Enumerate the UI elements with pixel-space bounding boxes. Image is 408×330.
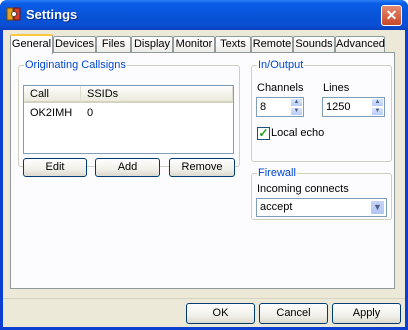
remove-button[interactable]: Remove bbox=[169, 158, 235, 177]
in-output-title: In/Output bbox=[258, 59, 304, 71]
tab-devices[interactable]: Devices bbox=[53, 36, 96, 53]
ok-button[interactable]: OK bbox=[186, 303, 255, 324]
footer-separator bbox=[3, 298, 405, 299]
apply-button[interactable]: Apply bbox=[332, 303, 401, 324]
settings-window: Settings ✕ General Devices Files Display… bbox=[0, 0, 408, 330]
tab-display[interactable]: Display bbox=[131, 36, 173, 53]
tab-remote[interactable]: Remote bbox=[251, 36, 293, 53]
lines-label: Lines bbox=[323, 82, 350, 94]
checkmark-icon: ✓ bbox=[258, 126, 269, 140]
tab-advanced[interactable]: Advanced bbox=[335, 36, 385, 53]
lines-up-icon[interactable]: ▲ bbox=[371, 98, 384, 107]
lines-down-icon[interactable]: ▼ bbox=[371, 107, 384, 116]
dialog-client-area: General Devices Files Display Monitor Te… bbox=[3, 30, 405, 327]
edit-button[interactable]: Edit bbox=[23, 158, 87, 177]
originating-callsigns-title: Originating Callsigns bbox=[25, 59, 126, 71]
tab-files[interactable]: Files bbox=[96, 36, 131, 53]
column-header-call[interactable]: Call bbox=[24, 86, 81, 103]
window-title: Settings bbox=[26, 7, 78, 22]
tab-sounds[interactable]: Sounds bbox=[293, 36, 335, 53]
callsigns-list[interactable]: Call SSIDs OK2IMH 0 bbox=[23, 85, 234, 154]
firewall-title: Firewall bbox=[258, 167, 296, 179]
cancel-button[interactable]: Cancel bbox=[259, 303, 328, 324]
incoming-connects-select[interactable]: accept ▼ bbox=[256, 198, 387, 217]
tab-monitor[interactable]: Monitor bbox=[173, 36, 215, 53]
firewall-group: Firewall Incoming connects accept ▼ bbox=[251, 167, 392, 220]
row-call: OK2IMH bbox=[30, 107, 73, 119]
tab-general[interactable]: General bbox=[10, 34, 53, 54]
local-echo-label[interactable]: Local echo bbox=[271, 127, 324, 139]
close-button[interactable]: ✕ bbox=[381, 5, 402, 26]
channels-value: 8 bbox=[260, 101, 267, 113]
callsigns-list-header: Call SSIDs bbox=[24, 86, 233, 103]
row-ssids: 0 bbox=[87, 107, 94, 119]
app-settings-icon bbox=[6, 7, 21, 21]
close-icon: ✕ bbox=[385, 7, 398, 23]
channels-label: Channels bbox=[257, 82, 304, 94]
general-tab-page: Originating Callsigns Call SSIDs OK2IMH … bbox=[10, 52, 395, 289]
list-item[interactable]: OK2IMH 0 bbox=[24, 106, 233, 121]
channels-spinbox[interactable]: 8 ▲ ▼ bbox=[256, 97, 304, 117]
incoming-connects-label: Incoming connects bbox=[257, 183, 349, 195]
tab-texts[interactable]: Texts bbox=[215, 36, 251, 53]
lines-value: 1250 bbox=[326, 101, 351, 113]
in-output-group: In/Output Channels 8 ▲ ▼ Lines 1250 ▲ ▼ bbox=[251, 59, 392, 162]
channels-up-icon[interactable]: ▲ bbox=[290, 98, 303, 107]
lines-spinbox[interactable]: 1250 ▲ ▼ bbox=[322, 97, 385, 117]
add-button[interactable]: Add bbox=[95, 158, 160, 177]
local-echo-checkbox[interactable]: ✓ bbox=[257, 127, 270, 140]
originating-callsigns-group: Originating Callsigns Call SSIDs OK2IMH … bbox=[18, 59, 240, 177]
channels-down-icon[interactable]: ▼ bbox=[290, 107, 303, 116]
column-header-ssids[interactable]: SSIDs bbox=[81, 86, 233, 103]
title-bar[interactable]: Settings ✕ bbox=[0, 0, 408, 30]
chevron-down-icon[interactable]: ▼ bbox=[370, 200, 385, 215]
incoming-connects-value: accept bbox=[260, 201, 293, 213]
